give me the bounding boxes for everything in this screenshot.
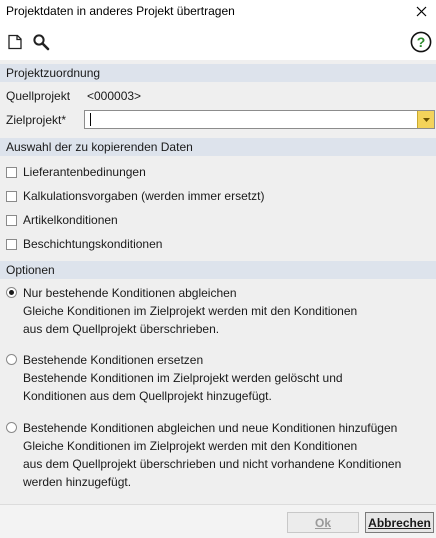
radio-option-description: aus dem Quellprojekt überschrieben und n… [23,457,402,471]
radio-option-title: Nur bestehende Konditionen abgleichen [23,286,237,300]
cancel-button[interactable]: Abbrechen [365,512,434,533]
section-header-data-selection: Auswahl der zu kopierenden Daten [0,138,436,156]
radio-option-title: Bestehende Konditionen abgleichen und ne… [23,421,398,435]
radio-option-text: Bestehende Konditionen abgleichen und ne… [23,419,423,491]
ok-button-label: Ok [314,515,331,530]
source-project-label: Quellprojekt [6,89,71,103]
close-icon [416,6,426,16]
search-button[interactable] [32,33,50,51]
dialog-window: Projektdaten in anderes Projekt übertrag… [0,0,436,538]
help-icon: ? [410,31,432,53]
section-title: Auswahl der zu kopierenden Daten [6,140,193,154]
checkbox-label: Lieferantenbedinungen [23,165,146,179]
new-button[interactable] [6,33,24,51]
section-title: Optionen [6,263,55,277]
checkbox[interactable] [6,238,17,250]
radio-option-description: Gleiche Konditionen im Zielprojekt werde… [23,439,358,453]
section-header-options: Optionen [0,261,436,279]
target-project-label: Zielprojekt* [6,113,67,127]
target-project-combobox[interactable] [84,110,435,129]
radio-option-description: Konditionen aus dem Quellprojekt hinzuge… [23,389,272,403]
source-project-value: <000003> [87,89,142,103]
dialog-footer: Ok Abbrechen [0,504,436,538]
content-area: Projektzuordnung Quellprojekt <000003> Z… [0,60,436,504]
radio-option-description: Bestehende Konditionen im Zielprojekt we… [23,371,343,385]
help-button[interactable]: ? [410,31,432,53]
radio-option-text: Nur bestehende Konditionen abgleichen Gl… [23,284,423,338]
ok-button[interactable]: Ok [287,512,359,533]
checkbox-label: Artikelkonditionen [23,213,118,227]
radio-button[interactable] [6,422,17,433]
checkbox[interactable] [6,214,17,226]
text-caret [90,113,91,126]
cancel-button-label: Abbrechen [368,515,431,530]
toolbar: ? [0,22,436,60]
section-title: Projektzuordnung [6,66,101,80]
checkbox-label: Kalkulationsvorgaben (werden immer erset… [23,189,265,203]
radio-option-description: Gleiche Konditionen im Zielprojekt werde… [23,304,358,318]
checkbox-article-conditions[interactable]: Artikelkonditionen [6,212,118,228]
chevron-down-icon [422,117,430,122]
radio-option-description: werden hinzugefügt. [23,475,132,489]
section-header-assignment: Projektzuordnung [0,64,436,82]
checkbox-supplier-conditions[interactable]: Lieferantenbedinungen [6,164,146,180]
new-document-icon [8,34,22,50]
checkbox-coating-conditions[interactable]: Beschichtungskonditionen [6,236,162,252]
target-project-dropdown-button[interactable] [417,111,434,128]
checkbox-calculation-defaults[interactable]: Kalkulationsvorgaben (werden immer erset… [6,188,264,204]
title-bar: Projektdaten in anderes Projekt übertrag… [0,0,436,22]
target-project-input[interactable] [87,112,418,127]
radio-option-description: aus dem Quellprojekt überschrieben. [23,322,220,336]
radio-button[interactable] [6,287,17,298]
radio-button[interactable] [6,354,17,365]
radio-option-title: Bestehende Konditionen ersetzen [23,353,204,367]
help-glyph: ? [417,34,426,50]
checkbox[interactable] [6,166,17,178]
checkbox[interactable] [6,190,17,202]
radio-option-text: Bestehende Konditionen ersetzen Bestehen… [23,351,423,405]
checkbox-label: Beschichtungskonditionen [23,237,163,251]
close-button[interactable] [406,0,436,22]
window-title: Projektdaten in anderes Projekt übertrag… [6,4,235,18]
search-icon [33,34,50,51]
